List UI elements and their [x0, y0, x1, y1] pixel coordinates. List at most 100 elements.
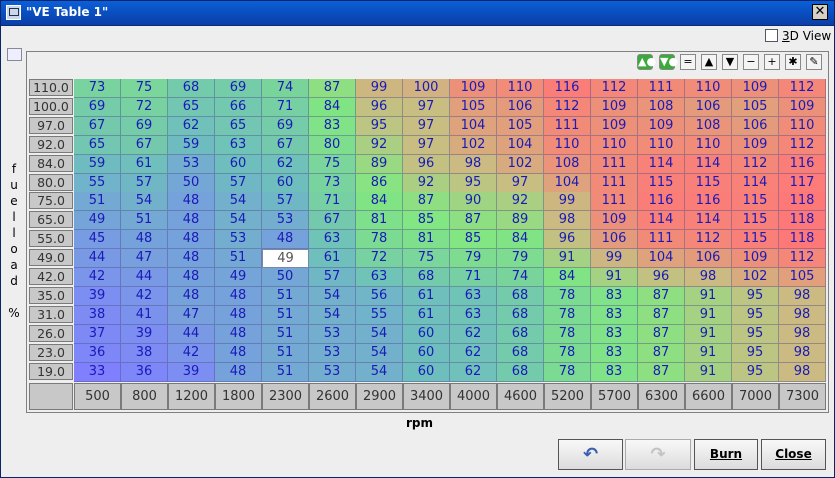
- table-cell[interactable]: 95: [732, 343, 779, 363]
- table-cell[interactable]: 112: [544, 97, 591, 117]
- table-cell[interactable]: 109: [638, 116, 685, 136]
- table-cell[interactable]: 110: [638, 135, 685, 155]
- table-cell[interactable]: 98: [685, 268, 732, 287]
- table-cell[interactable]: 48: [215, 324, 262, 344]
- table-cell[interactable]: 87: [638, 343, 685, 363]
- table-cell[interactable]: 96: [638, 268, 685, 287]
- table-cell[interactable]: 91: [685, 343, 732, 363]
- table-cell[interactable]: 95: [732, 305, 779, 325]
- table-cell[interactable]: 116: [544, 79, 591, 98]
- table-cell[interactable]: 91: [544, 249, 591, 269]
- table-cell[interactable]: 51: [262, 343, 309, 363]
- table-cell[interactable]: 116: [779, 154, 826, 174]
- close-icon[interactable]: ✕: [812, 4, 828, 20]
- table-cell[interactable]: 117: [779, 173, 826, 193]
- undo-button[interactable]: ↶: [558, 439, 623, 470]
- table-cell[interactable]: 61: [121, 154, 168, 174]
- table-cell[interactable]: 44: [168, 324, 215, 344]
- table-cell[interactable]: 53: [215, 230, 262, 250]
- table-cell[interactable]: 42: [168, 343, 215, 363]
- table-cell[interactable]: 48: [215, 343, 262, 363]
- table-cell[interactable]: 75: [309, 154, 356, 174]
- table-cell[interactable]: 54: [309, 305, 356, 325]
- table-cell[interactable]: 91: [685, 286, 732, 306]
- table-cell[interactable]: 65: [168, 97, 215, 117]
- table-cell[interactable]: 51: [121, 211, 168, 231]
- table-cell[interactable]: 54: [309, 286, 356, 306]
- table-cell[interactable]: 83: [309, 116, 356, 136]
- table-cell[interactable]: 73: [309, 173, 356, 193]
- table-cell[interactable]: 89: [497, 211, 544, 231]
- table-cell[interactable]: 53: [168, 154, 215, 174]
- table-cell[interactable]: 91: [591, 268, 638, 287]
- table-cell[interactable]: 106: [685, 97, 732, 117]
- table-cell[interactable]: 118: [779, 211, 826, 231]
- table-cell[interactable]: 67: [74, 116, 121, 136]
- decrement-button[interactable]: ▼: [722, 54, 738, 70]
- table-cell[interactable]: 54: [356, 362, 403, 382]
- table-cell[interactable]: 78: [544, 305, 591, 325]
- table-cell[interactable]: 99: [356, 79, 403, 98]
- set-equal-button[interactable]: =: [680, 54, 696, 70]
- table-cell[interactable]: 49: [262, 249, 309, 269]
- table-cell[interactable]: 44: [74, 249, 121, 269]
- subtract-button[interactable]: −: [743, 54, 759, 70]
- table-cell[interactable]: 48: [121, 230, 168, 250]
- add-button[interactable]: +: [764, 54, 780, 70]
- table-cell[interactable]: 39: [74, 286, 121, 306]
- table-cell[interactable]: 92: [356, 135, 403, 155]
- table-cell[interactable]: 97: [497, 173, 544, 193]
- table-cell[interactable]: 95: [732, 362, 779, 382]
- table-cell[interactable]: 37: [74, 324, 121, 344]
- table-cell[interactable]: 97: [403, 116, 450, 136]
- table-cell[interactable]: 115: [638, 173, 685, 193]
- table-cell[interactable]: 104: [544, 173, 591, 193]
- table-cell[interactable]: 110: [497, 79, 544, 98]
- table-cell[interactable]: 99: [544, 192, 591, 212]
- table-cell[interactable]: 115: [732, 192, 779, 212]
- table-cell[interactable]: 54: [215, 192, 262, 212]
- table-cell[interactable]: 111: [591, 192, 638, 212]
- table-cell[interactable]: 68: [497, 305, 544, 325]
- table-cell[interactable]: 54: [121, 192, 168, 212]
- table-cell[interactable]: 114: [638, 154, 685, 174]
- table-cell[interactable]: 78: [544, 286, 591, 306]
- table-cell[interactable]: 87: [638, 362, 685, 382]
- table-cell[interactable]: 83: [591, 305, 638, 325]
- table-cell[interactable]: 73: [74, 79, 121, 98]
- table-cell[interactable]: 68: [497, 324, 544, 344]
- table-cell[interactable]: 61: [403, 305, 450, 325]
- table-cell[interactable]: 87: [638, 305, 685, 325]
- table-cell[interactable]: 98: [450, 154, 497, 174]
- table-cell[interactable]: 109: [450, 79, 497, 98]
- table-cell[interactable]: 112: [591, 79, 638, 98]
- table-cell[interactable]: 69: [74, 97, 121, 117]
- table-cell[interactable]: 38: [74, 305, 121, 325]
- table-cell[interactable]: 112: [779, 135, 826, 155]
- table-cell[interactable]: 78: [544, 343, 591, 363]
- table-cell[interactable]: 54: [215, 211, 262, 231]
- table-cell[interactable]: 68: [403, 268, 450, 287]
- table-cell[interactable]: 106: [732, 116, 779, 136]
- table-cell[interactable]: 48: [168, 230, 215, 250]
- table-cell[interactable]: 39: [168, 362, 215, 382]
- table-cell[interactable]: 115: [732, 211, 779, 231]
- table-cell[interactable]: 78: [544, 362, 591, 382]
- table-cell[interactable]: 61: [309, 249, 356, 269]
- table-cell[interactable]: 74: [497, 268, 544, 287]
- table-cell[interactable]: 112: [732, 154, 779, 174]
- table-cell[interactable]: 68: [497, 343, 544, 363]
- table-cell[interactable]: 109: [732, 135, 779, 155]
- table-cell[interactable]: 116: [638, 192, 685, 212]
- table-cell[interactable]: 98: [779, 324, 826, 344]
- table-cell[interactable]: 109: [732, 79, 779, 98]
- table-cell[interactable]: 48: [168, 211, 215, 231]
- table-cell[interactable]: 91: [685, 324, 732, 344]
- edit-notes-icon[interactable]: [7, 48, 22, 61]
- table-cell[interactable]: 112: [685, 230, 732, 250]
- table-cell[interactable]: 87: [638, 324, 685, 344]
- table-cell[interactable]: 95: [732, 286, 779, 306]
- table-cell[interactable]: 60: [403, 324, 450, 344]
- table-cell[interactable]: 92: [403, 173, 450, 193]
- table-cell[interactable]: 67: [309, 211, 356, 231]
